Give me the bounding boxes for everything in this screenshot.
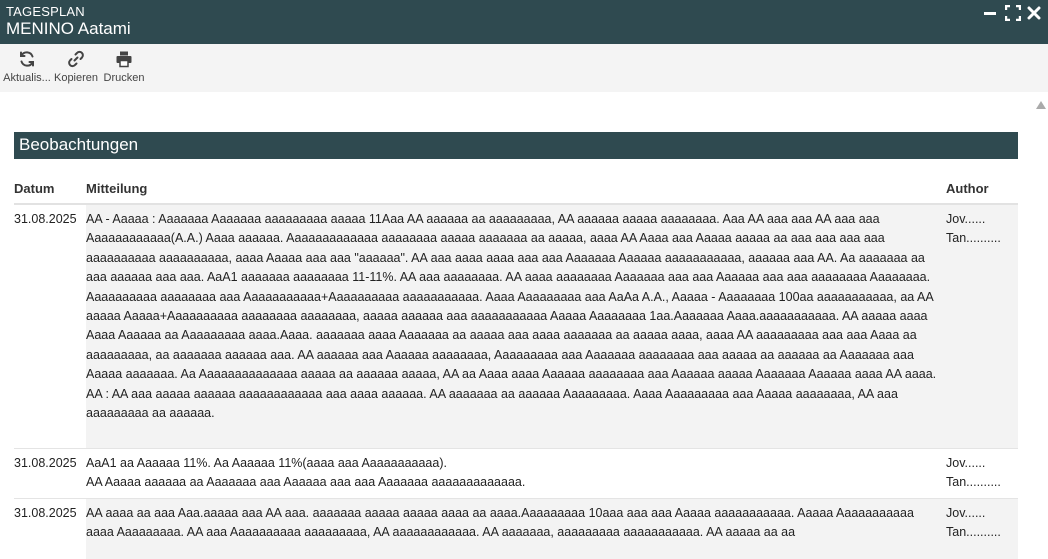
row-date: 31.08.2025 — [14, 506, 77, 520]
table-header: Datum Mitteilung Author — [14, 178, 1018, 205]
close-icon[interactable] — [1024, 3, 1044, 23]
print-button[interactable]: Drucken — [103, 48, 145, 90]
row-message-text: AA - Aaaaa : Aaaaaaa Aaaaaaa aaaaaaaaa a… — [86, 212, 937, 421]
row-message: AA aaaa aa aaa Aaa.aaaaa aaa AA aaa. aaa… — [86, 499, 945, 559]
copy-label: Kopieren — [53, 72, 99, 84]
section-title: Beobachtungen — [19, 135, 139, 154]
refresh-icon — [18, 48, 36, 70]
table-row[interactable]: 31.08.2025 AA aaaa aa aaa Aaa.aaaaa aaa … — [14, 499, 1018, 559]
row-date: 31.08.2025 — [14, 456, 77, 470]
printer-icon — [115, 48, 133, 70]
table-row[interactable]: 31.08.2025 AA - Aaaaa : Aaaaaaa Aaaaaaa … — [14, 205, 1018, 449]
row-date: 31.08.2025 — [14, 212, 77, 226]
window-subtitle: TAGESPLAN — [6, 4, 85, 19]
link-icon — [67, 48, 85, 70]
maximize-icon[interactable] — [1003, 3, 1023, 23]
scroll-up-arrow-icon[interactable] — [1036, 96, 1046, 109]
row-message: AaA1 aa Aaaaaa 11%. Aa Aaaaaa 11%(aaaa a… — [86, 449, 945, 498]
row-message-text: AaA1 aa Aaaaaa 11%. Aa Aaaaaa 11%(aaaa a… — [86, 456, 526, 490]
toolbar: Aktualis... Kopieren Drucken — [0, 44, 1048, 92]
row-author: Jov...... Tan.......... — [945, 205, 1018, 448]
row-message: AA - Aaaaa : Aaaaaaa Aaaaaaa aaaaaaaaa a… — [86, 205, 945, 448]
copy-button[interactable]: Kopieren — [54, 48, 98, 90]
row-author: Jov...... Tan.......... — [945, 449, 1018, 498]
title-bar: TAGESPLAN MENINO Aatami — [0, 0, 1048, 44]
refresh-label: Aktualis... — [3, 72, 51, 84]
column-header-author[interactable]: Author — [946, 181, 989, 196]
refresh-button[interactable]: Aktualis... — [3, 48, 51, 90]
row-message-text: AA aaaa aa aaa Aaa.aaaaa aaa AA aaa. aaa… — [86, 506, 918, 540]
section-header: Beobachtungen — [14, 132, 1018, 159]
column-header-message[interactable]: Mitteilung — [86, 181, 147, 196]
minimize-icon[interactable] — [980, 3, 1000, 23]
column-header-date[interactable]: Datum — [14, 181, 54, 196]
print-label: Drucken — [103, 72, 145, 84]
row-author: Jov...... Tan.......... — [945, 499, 1018, 559]
window-title: MENINO Aatami — [6, 19, 131, 38]
observations-table: Datum Mitteilung Author 31.08.2025 AA - … — [14, 178, 1018, 559]
table-row[interactable]: 31.08.2025 AaA1 aa Aaaaaa 11%. Aa Aaaaaa… — [14, 449, 1018, 499]
